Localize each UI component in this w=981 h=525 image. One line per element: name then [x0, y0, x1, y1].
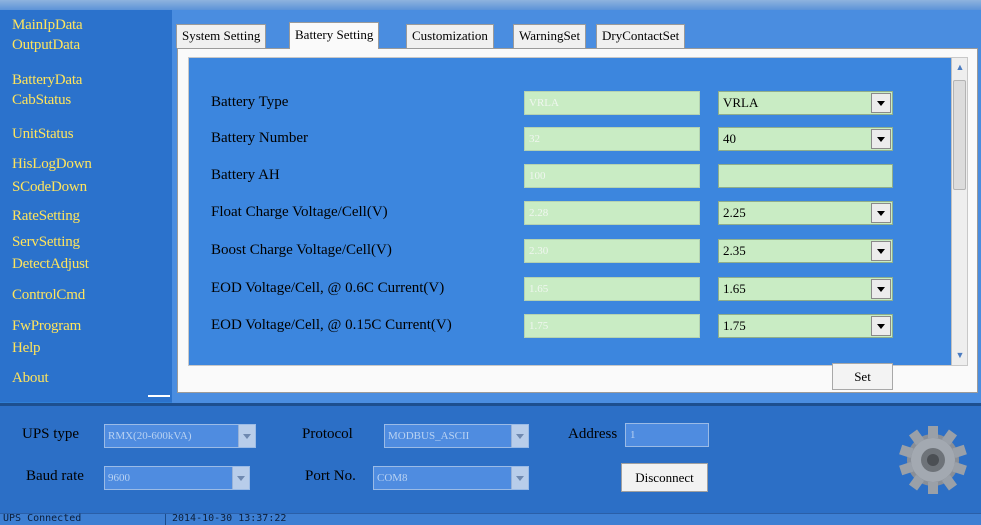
battery-type-selected: VRLA	[723, 95, 759, 110]
sidebar-item-servsetting[interactable]: ServSetting	[12, 234, 80, 251]
protocol-select[interactable]: MODBUS_ASCII	[384, 424, 529, 448]
chevron-down-icon[interactable]	[871, 203, 891, 223]
sidebar-item-outputdata[interactable]: OutputData	[12, 37, 80, 54]
chevron-down-icon[interactable]	[871, 279, 891, 299]
chevron-down-icon[interactable]	[871, 93, 891, 113]
ups-type-label: UPS type	[22, 426, 80, 442]
eod-015c-select[interactable]: 1.75	[718, 314, 893, 338]
settings-scroll-container: Battery Type VRLA VRLA Battery Number 32…	[188, 57, 968, 366]
ups-type-select[interactable]: RMX(20-600kVA)	[104, 424, 256, 448]
set-button[interactable]: Set	[832, 363, 893, 390]
eod-015c-selected: 1.75	[723, 318, 746, 333]
port-value: COM8	[377, 472, 408, 484]
address-input[interactable]: 1	[625, 423, 709, 447]
battery-number-selected: 40	[723, 131, 736, 146]
chevron-down-icon[interactable]	[871, 316, 891, 336]
window-top-strip	[0, 0, 981, 10]
ups-type-value: RMX(20-600kVA)	[108, 430, 192, 442]
float-charge-select[interactable]: 2.25	[718, 201, 893, 225]
battery-ah-input[interactable]	[718, 164, 893, 188]
disconnect-button[interactable]: Disconnect	[621, 463, 708, 492]
sidebar-item-help[interactable]: Help	[12, 340, 41, 357]
sidebar-item-hislogdown[interactable]: HisLogDown	[12, 156, 92, 173]
eod-06c-current: 1.65	[524, 277, 700, 301]
eod-015c-label: EOD Voltage/Cell, @ 0.15C Current(V)	[211, 317, 452, 333]
sidebar-item-mainipdata[interactable]: MainIpData	[12, 17, 83, 34]
eod-06c-selected: 1.65	[723, 281, 746, 296]
baud-rate-select[interactable]: 9600	[104, 466, 250, 490]
status-separator	[165, 514, 166, 525]
protocol-value: MODBUS_ASCII	[388, 430, 470, 442]
battery-type-select[interactable]: VRLA	[718, 91, 893, 115]
sidebar-item-detectadjust[interactable]: DetectAdjust	[12, 256, 89, 273]
eod-015c-current: 1.75	[524, 314, 700, 338]
baud-rate-label: Baud rate	[26, 468, 84, 484]
connection-status: UPS Connected	[3, 513, 82, 524]
sidebar: MainIpData OutputData BatteryData CabSta…	[0, 10, 172, 402]
protocol-label: Protocol	[302, 426, 353, 442]
battery-number-label: Battery Number	[211, 130, 309, 146]
boost-charge-select[interactable]: 2.35	[718, 239, 893, 263]
battery-number-current: 32	[524, 127, 700, 151]
tab-drycontactset[interactable]: DryContactSet	[596, 24, 686, 48]
chevron-down-icon[interactable]	[511, 425, 528, 447]
boost-charge-selected: 2.35	[723, 243, 746, 258]
tab-system-setting[interactable]: System Setting	[176, 24, 267, 48]
status-bar: UPS Connected 2014-10-30 13:37:22	[0, 513, 981, 525]
port-label: Port No.	[305, 468, 356, 484]
settings-list: Battery Type VRLA VRLA Battery Number 32…	[189, 58, 951, 365]
float-charge-label: Float Charge Voltage/Cell(V)	[211, 204, 388, 220]
battery-type-current: VRLA	[524, 91, 700, 115]
chevron-down-icon[interactable]	[871, 241, 891, 261]
float-charge-current: 2.28	[524, 201, 700, 225]
sidebar-item-ratesetting[interactable]: RateSetting	[12, 208, 80, 225]
baud-rate-value: 9600	[108, 472, 130, 484]
sidebar-item-about[interactable]: About	[12, 370, 49, 387]
scrollbar-thumb[interactable]	[953, 80, 966, 190]
scroll-up-icon[interactable]: ▲	[955, 62, 965, 72]
chevron-down-icon[interactable]	[511, 467, 528, 489]
connection-bar: UPS type RMX(20-600kVA) Protocol MODBUS_…	[0, 406, 981, 513]
port-select[interactable]: COM8	[373, 466, 529, 490]
sidebar-item-scodedown[interactable]: SCodeDown	[12, 179, 87, 196]
sidebar-item-fwprogram[interactable]: FwProgram	[12, 318, 81, 335]
battery-number-select[interactable]: 40	[718, 127, 893, 151]
boost-charge-label: Boost Charge Voltage/Cell(V)	[211, 242, 392, 258]
chevron-down-icon[interactable]	[238, 425, 255, 447]
eod-06c-label: EOD Voltage/Cell, @ 0.6C Current(V)	[211, 280, 445, 296]
tab-battery-setting[interactable]: Battery Setting	[289, 22, 380, 49]
scroll-down-icon[interactable]: ▼	[955, 350, 965, 360]
sidebar-item-unitstatus[interactable]: UnitStatus	[12, 126, 74, 143]
sidebar-item-batterydata[interactable]: BatteryData	[12, 72, 82, 89]
eod-06c-select[interactable]: 1.65	[718, 277, 893, 301]
sidebar-item-controlcmd[interactable]: ControlCmd	[12, 287, 85, 304]
battery-type-label: Battery Type	[211, 94, 289, 110]
float-charge-selected: 2.25	[723, 205, 746, 220]
battery-ah-current: 100	[524, 164, 700, 188]
main-panel: System Setting Battery Setting Customiza…	[172, 10, 981, 403]
sidebar-divider	[148, 395, 170, 397]
battery-ah-label: Battery AH	[211, 167, 280, 183]
chevron-down-icon[interactable]	[232, 467, 249, 489]
tab-customization[interactable]: Customization	[406, 24, 494, 48]
boost-charge-current: 2.30	[524, 239, 700, 263]
address-label: Address	[568, 426, 618, 442]
settings-scrollbar[interactable]: ▲ ▼	[951, 58, 967, 365]
tab-warningset[interactable]: WarningSet	[513, 24, 587, 48]
battery-setting-panel: Battery Type VRLA VRLA Battery Number 32…	[177, 48, 978, 393]
status-datetime: 2014-10-30 13:37:22	[172, 513, 287, 524]
chevron-down-icon[interactable]	[871, 129, 891, 149]
sidebar-item-cabstatus[interactable]: CabStatus	[12, 92, 71, 109]
gear-icon	[899, 426, 967, 494]
